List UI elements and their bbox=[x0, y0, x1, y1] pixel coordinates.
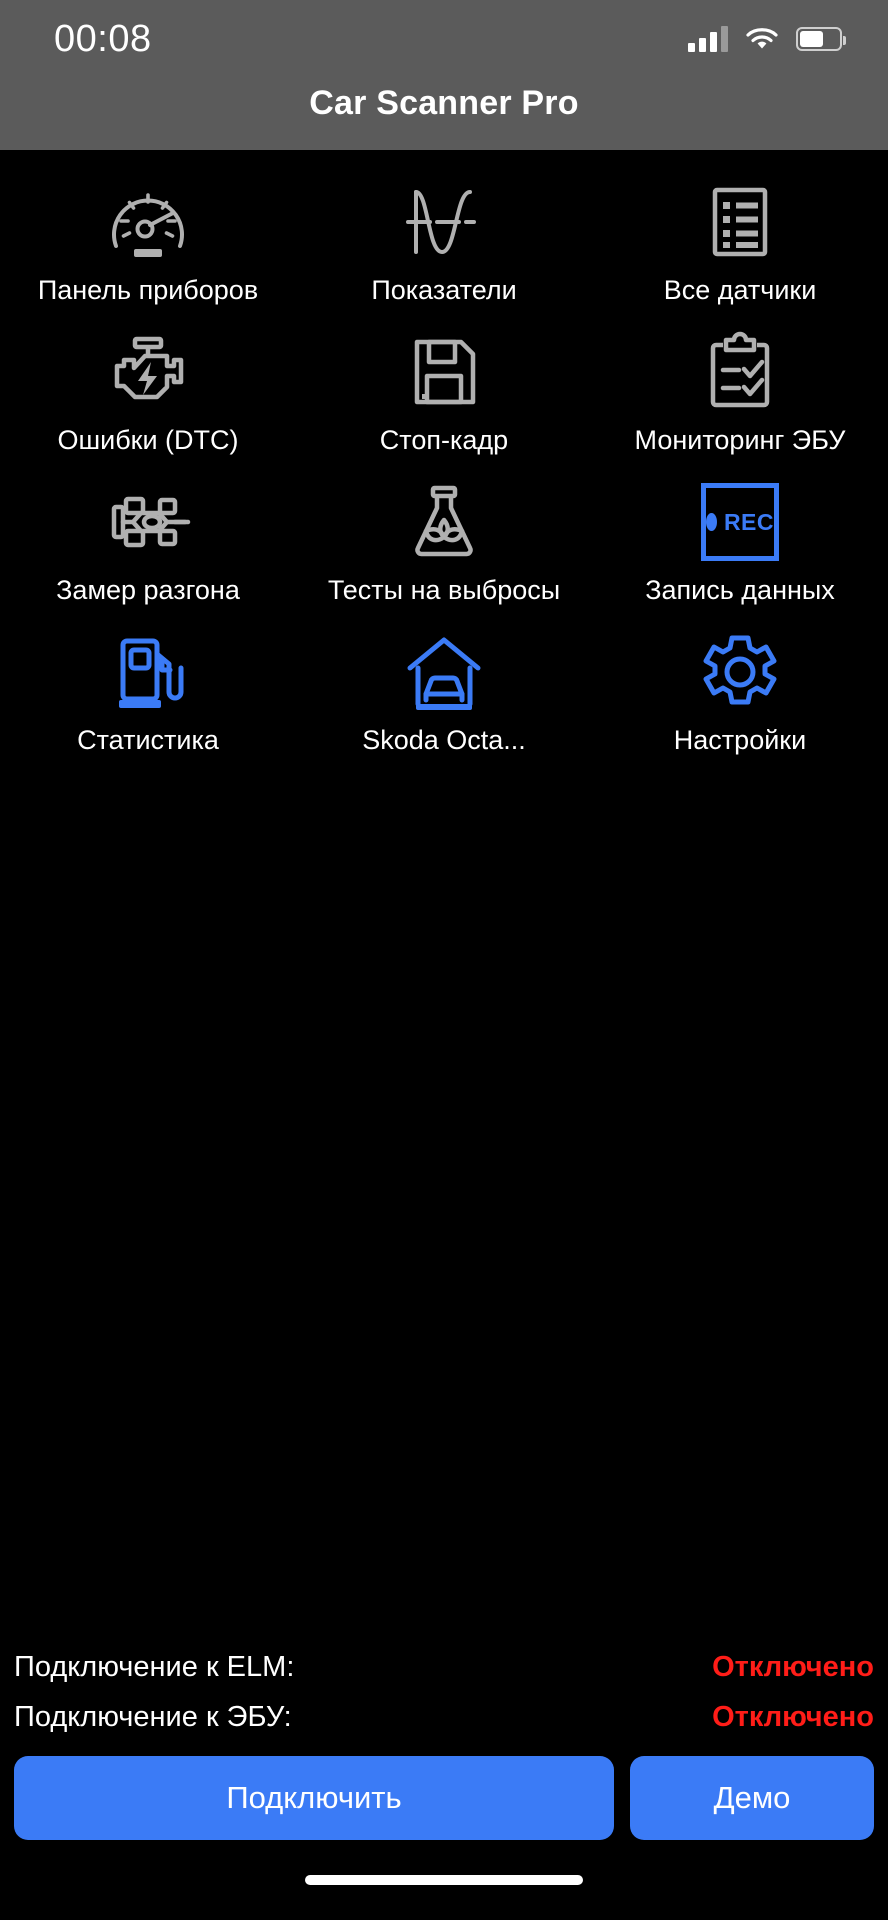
speedometer-icon bbox=[100, 174, 196, 270]
home-indicator-bar[interactable] bbox=[305, 1875, 583, 1885]
list-document-icon bbox=[692, 174, 788, 270]
grid-item-label: Skoda Octa... bbox=[362, 725, 526, 755]
connection-elm-status: Отключено bbox=[712, 1650, 874, 1683]
grid-item-dashboard[interactable]: Панель приборов bbox=[0, 168, 296, 318]
grid-item-settings[interactable]: Настройки bbox=[592, 618, 888, 768]
grid-item-label: Запись данных bbox=[645, 575, 835, 605]
connection-row-elm: Подключение к ELM: Отключено bbox=[14, 1642, 874, 1692]
connection-ecu-status: Отключено bbox=[712, 1700, 874, 1733]
home-indicator-area bbox=[0, 1840, 888, 1920]
demo-button[interactable]: Демо bbox=[630, 1756, 874, 1840]
grid-item-label: Панель приборов bbox=[37, 275, 259, 305]
battery-icon bbox=[796, 27, 846, 51]
fuel-pump-icon bbox=[100, 624, 196, 720]
grid-item-dtc-errors[interactable]: Ошибки (DTC) bbox=[0, 318, 296, 468]
connection-status-panel: Подключение к ELM: Отключено Подключение… bbox=[0, 1642, 888, 1742]
connection-row-ecu: Подключение к ЭБУ: Отключено bbox=[14, 1692, 874, 1742]
app-screen: 00:08 Car Scanner Pro Панель приборов По… bbox=[0, 0, 888, 1920]
rec-label: REC bbox=[723, 508, 774, 535]
system-status-bar: 00:08 bbox=[0, 0, 888, 78]
check-engine-icon bbox=[100, 324, 196, 420]
grid-item-all-sensors[interactable]: Все датчики bbox=[592, 168, 888, 318]
wifi-icon bbox=[746, 27, 778, 51]
connection-elm-label: Подключение к ELM: bbox=[14, 1650, 295, 1683]
grid-item-statistics[interactable]: Статистика bbox=[0, 618, 296, 768]
page-title: Car Scanner Pro bbox=[309, 84, 579, 122]
floppy-disk-icon bbox=[396, 324, 492, 420]
grid-item-data-recording[interactable]: REC Запись данных bbox=[592, 468, 888, 618]
grid-item-vehicle-profile[interactable]: Skoda Octa... bbox=[296, 618, 592, 768]
grid-item-label: Показатели bbox=[371, 275, 517, 305]
grid-item-label: Настройки bbox=[673, 725, 807, 755]
action-button-bar: Подключить Демо bbox=[0, 1742, 888, 1840]
race-car-icon bbox=[100, 474, 196, 570]
connection-ecu-label: Подключение к ЭБУ: bbox=[14, 1700, 292, 1733]
cellular-signal-icon bbox=[688, 26, 728, 52]
grid-item-label: Ошибки (DTC) bbox=[57, 425, 239, 455]
status-and-title-bar: 00:08 Car Scanner Pro bbox=[0, 0, 888, 150]
garage-car-icon bbox=[396, 624, 492, 720]
feature-grid: Панель приборов Показатели Все датчики О… bbox=[0, 150, 888, 768]
grid-item-ecu-monitoring[interactable]: Мониторинг ЭБУ bbox=[592, 318, 888, 468]
grid-item-label: Все датчики bbox=[663, 275, 817, 305]
record-dot-icon bbox=[706, 513, 717, 531]
clipboard-check-icon bbox=[692, 324, 788, 420]
grid-item-gauges[interactable]: Показатели bbox=[296, 168, 592, 318]
connect-button[interactable]: Подключить bbox=[14, 1756, 614, 1840]
clock: 00:08 bbox=[54, 17, 152, 60]
status-icon-group bbox=[688, 26, 846, 52]
grid-item-label: Мониторинг ЭБУ bbox=[634, 425, 846, 455]
grid-item-label: Тесты на выбросы bbox=[327, 575, 561, 605]
grid-item-label: Замер разгона bbox=[56, 575, 240, 605]
rec-box-icon: REC bbox=[701, 474, 779, 570]
grid-item-label: Стоп-кадр bbox=[379, 425, 509, 455]
flask-leaf-icon bbox=[396, 474, 492, 570]
grid-item-label: Статистика bbox=[77, 725, 219, 755]
grid-item-acceleration-test[interactable]: Замер разгона bbox=[0, 468, 296, 618]
waveform-icon bbox=[396, 174, 492, 270]
gear-icon bbox=[692, 624, 788, 720]
grid-item-freeze-frame[interactable]: Стоп-кадр bbox=[296, 318, 592, 468]
grid-item-emission-tests[interactable]: Тесты на выбросы bbox=[296, 468, 592, 618]
